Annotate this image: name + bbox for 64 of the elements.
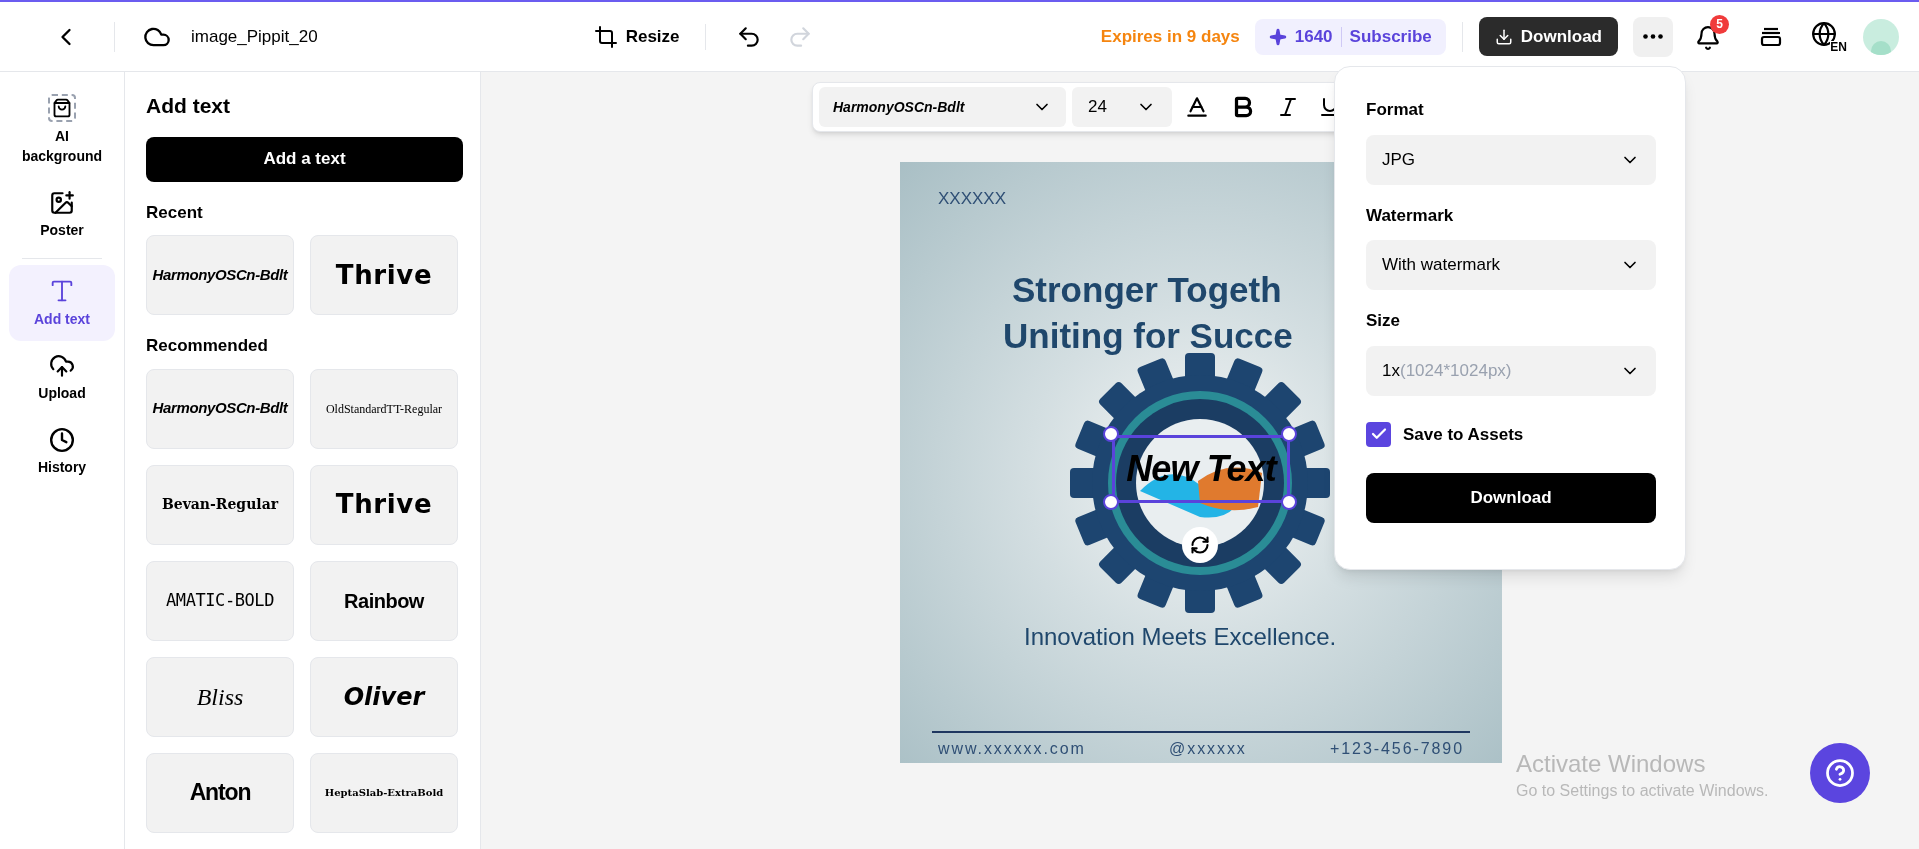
font-preset-card[interactable]: HarmonyOSCn-Bdlt bbox=[146, 368, 294, 449]
more-button[interactable] bbox=[1633, 16, 1673, 57]
rail-item[interactable]: Add text bbox=[9, 265, 115, 341]
more-icon bbox=[1643, 34, 1663, 39]
bag-icon bbox=[48, 94, 76, 122]
poster-tagline: Innovation Meets Excellence. bbox=[1024, 621, 1337, 652]
confirm-download-button[interactable]: Download bbox=[1366, 473, 1656, 523]
font-preset-card[interactable]: Bevan-Regular bbox=[146, 464, 294, 545]
poster-footer-text: @xxxxxx bbox=[1169, 738, 1247, 759]
rail-item[interactable]: Upload bbox=[9, 341, 115, 415]
sparkle-icon bbox=[1268, 27, 1287, 46]
field-label: Format bbox=[1366, 99, 1425, 121]
rotate-icon bbox=[1190, 534, 1210, 555]
help-icon bbox=[1825, 758, 1855, 788]
font-preset-card[interactable]: HeptaSlab-ExtraBold bbox=[310, 752, 458, 833]
upload-icon bbox=[49, 353, 75, 379]
os-notice-text: Go to Settings to activate Windows. bbox=[1516, 781, 1769, 801]
font-preset-card[interactable]: AMATIC-BOLD bbox=[146, 560, 294, 641]
font-size-dropdown[interactable]: 24 bbox=[1072, 87, 1172, 127]
font-preset-card[interactable]: OldStandardTT-Regular bbox=[310, 368, 458, 449]
section-heading: Recommended bbox=[146, 335, 269, 357]
font-preset-card[interactable]: Oliver bbox=[310, 656, 458, 737]
poster-headline-line: Stronger Togeth bbox=[1012, 268, 1282, 311]
option-dropdown[interactable]: 1x(1024*1024px) bbox=[1366, 345, 1656, 396]
notification-badge: 5 bbox=[1710, 14, 1729, 34]
checkbox-label: Save to Assets bbox=[1403, 423, 1524, 446]
credits-pill[interactable]: 1640 Subscribe bbox=[1254, 18, 1446, 55]
subscribe-link[interactable]: Subscribe bbox=[1349, 23, 1432, 50]
rail-item[interactable]: History bbox=[9, 415, 115, 489]
os-notice-title: Activate Windows bbox=[1516, 749, 1706, 779]
download-icon bbox=[1494, 27, 1513, 46]
panel-title: Add text bbox=[146, 93, 231, 119]
file-name[interactable]: image_Pippit_20 bbox=[191, 23, 318, 50]
rail-item[interactable]: AI background bbox=[9, 94, 115, 178]
download-button[interactable]: Download bbox=[1478, 17, 1618, 56]
add-text-button[interactable]: Add a text bbox=[146, 136, 463, 182]
text-color-icon[interactable] bbox=[1184, 94, 1210, 120]
poster-footer-text: www.xxxxxx.com bbox=[938, 738, 1086, 759]
font-preset-card[interactable]: Thrive bbox=[310, 464, 458, 545]
font-dropdown[interactable]: HarmonyOSCn-Bdlt bbox=[819, 87, 1066, 127]
poster-headline-line: Uniting for Succe bbox=[1003, 314, 1293, 357]
font-preset-card[interactable]: Anton bbox=[146, 752, 294, 833]
resize-button[interactable]: Resize bbox=[593, 23, 680, 50]
option-dropdown[interactable]: With watermark bbox=[1366, 240, 1656, 290]
credits-count: 1640 bbox=[1294, 25, 1333, 48]
font-preset-card[interactable]: HarmonyOSCn-Bdlt bbox=[146, 235, 294, 315]
language-button[interactable]: EN bbox=[1811, 20, 1847, 53]
font-preset-card[interactable]: Thrive bbox=[310, 235, 458, 315]
help-button[interactable] bbox=[1810, 743, 1870, 803]
resize-icon bbox=[593, 24, 618, 49]
section-heading: Recent bbox=[146, 201, 204, 224]
font-preset-card[interactable]: Rainbow bbox=[310, 560, 458, 641]
font-preset-card[interactable]: Bliss bbox=[146, 656, 294, 737]
poster-footer-text: +123-456-7890 bbox=[1330, 738, 1464, 759]
field-label: Watermark bbox=[1366, 204, 1455, 227]
save-checkbox[interactable] bbox=[1366, 421, 1391, 447]
rail-item[interactable]: Poster bbox=[9, 178, 115, 252]
expiry-text: Expires in 9 days bbox=[1100, 25, 1240, 48]
poster-tag: XXXXXX bbox=[938, 186, 1007, 212]
option-dropdown[interactable]: JPG bbox=[1366, 134, 1656, 185]
clock-icon bbox=[49, 427, 75, 453]
field-label: Size bbox=[1366, 310, 1402, 332]
image-sparkle-icon bbox=[49, 190, 75, 216]
notifications-button[interactable]: 5 bbox=[1695, 14, 1729, 51]
